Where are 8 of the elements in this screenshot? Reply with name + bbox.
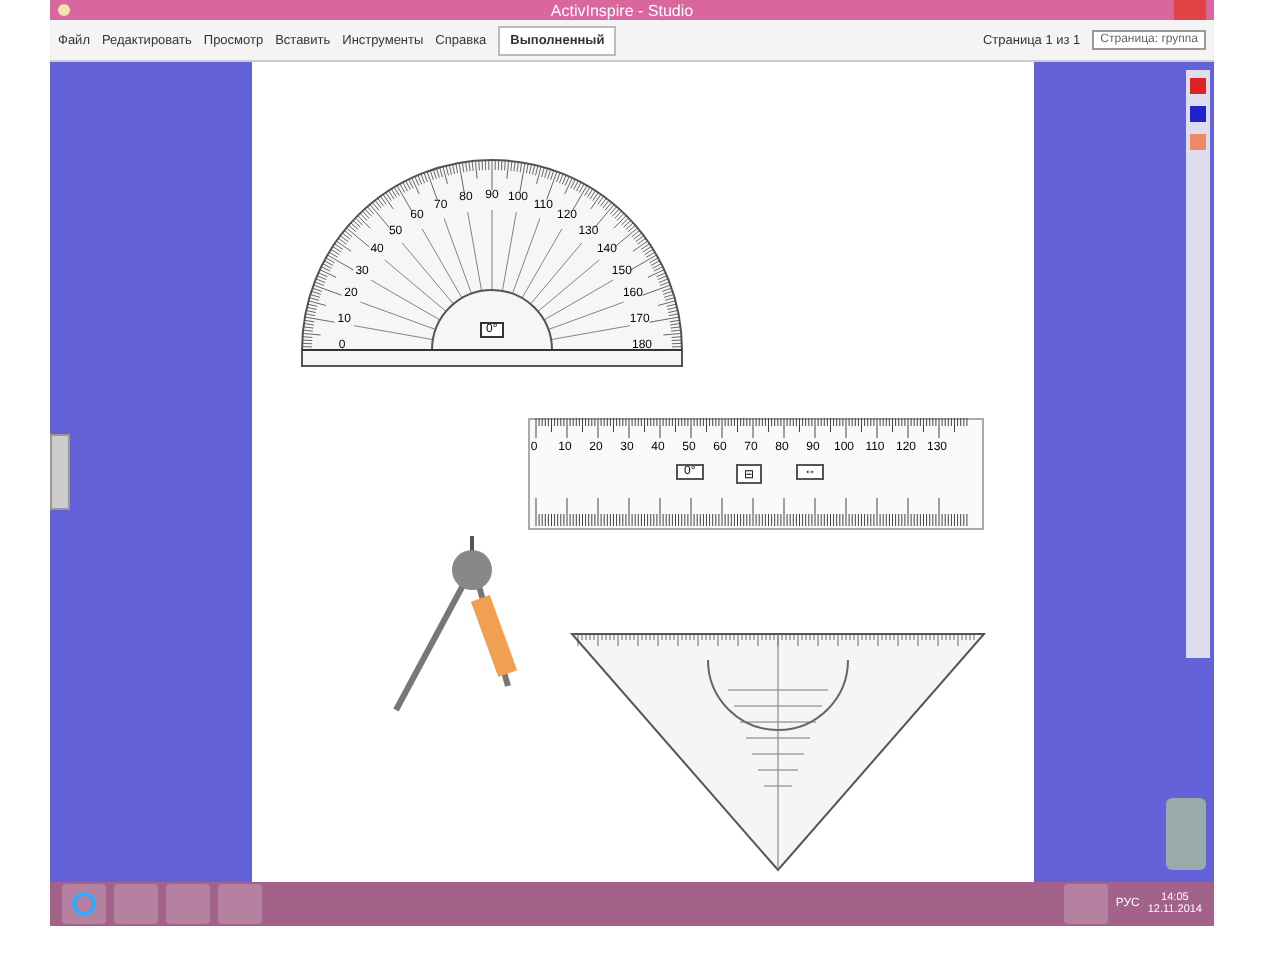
close-button[interactable]	[1174, 0, 1206, 20]
app-icon	[58, 4, 70, 16]
trash-bin-icon[interactable]	[1166, 798, 1206, 870]
panel-handle[interactable]	[50, 434, 70, 510]
browser-icon[interactable]	[62, 884, 106, 924]
app-icon[interactable]	[1063, 884, 1108, 924]
window-title: ActivInspire - Studio	[548, 1, 696, 19]
tool-icon[interactable]	[1190, 134, 1206, 150]
